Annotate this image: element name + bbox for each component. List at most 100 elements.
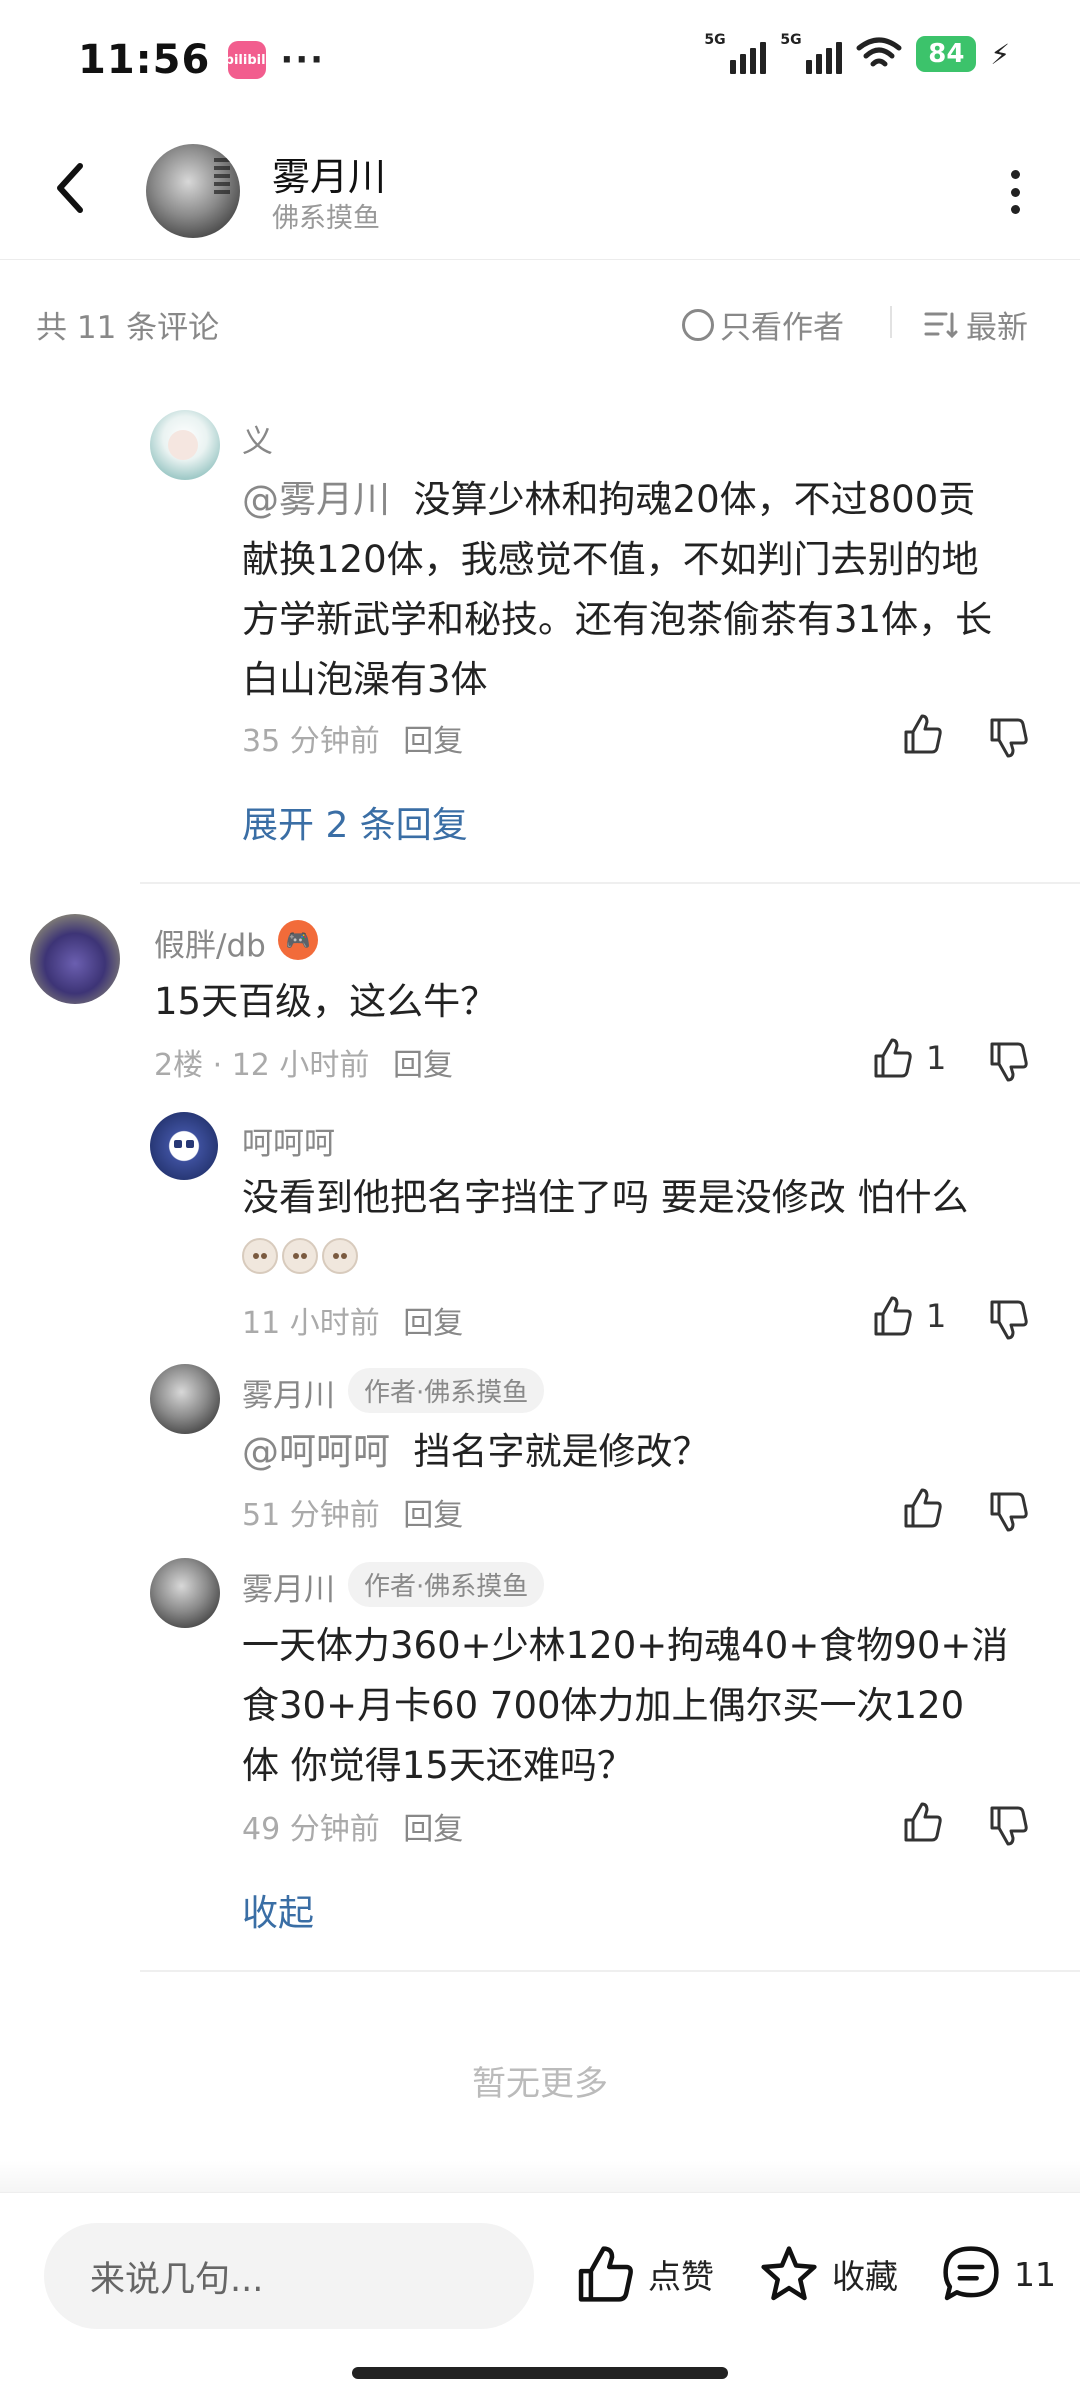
signal-icon: 5G [704,32,767,74]
divider [140,882,1080,884]
bilibili-app-icon: bilibili [225,41,270,79]
thumb-up-icon [904,1802,942,1842]
no-more-label: 暂无更多 [472,2064,608,2104]
comment-meta: 11 小时前 回复 [242,1298,463,1342]
comment-input[interactable]: 来说几句... [44,2223,534,2329]
thumb-down-icon [990,1806,1028,1846]
like-button[interactable]: 1 [870,1036,946,1080]
avatar[interactable] [150,1558,220,1628]
thumb-up-icon [874,1296,912,1336]
like-label: 点赞 [648,2257,714,2296]
comment-text: 没看到他把名字挡住了吗 要是没修改 怕什么 [242,1176,969,1219]
comment-text: 15天百级，这么牛？ [154,980,498,1023]
comment-line: 一天体力360+少林120+拘魂40+食物90+消 [242,1624,1009,1667]
mention-link[interactable]: @雾月川 [242,478,390,521]
comment-line: 白山泡澡有3体 [242,658,488,701]
thumb-up-icon [874,1038,912,1078]
comment-text: @呵呵呵 挡名字就是修改？ [242,1422,710,1482]
like-button[interactable]: 1 [870,1294,946,1338]
favorite-button[interactable]: 收藏 [758,2243,898,2305]
comment-count: 共 11 条评论 [36,310,220,346]
charging-icon: ⚡ [990,37,1010,71]
chevron-left-icon [57,163,83,213]
comments-button[interactable]: 11 [940,2243,1056,2305]
like-button[interactable] [900,1800,944,1844]
only-author-toggle[interactable]: 只看作者 [682,302,844,347]
expand-replies-link[interactable]: 展开 2 条回复 [242,796,468,848]
back-button[interactable] [50,160,100,220]
divider [890,306,892,338]
like-button[interactable] [900,712,944,756]
comment-line: 没算少林和拘魂20体，不过800贡 [413,478,976,521]
header: 雾月川 佛系摸鱼 [0,120,1080,260]
reply-button[interactable]: 回复 [403,724,463,759]
thumb-up-icon [904,714,942,754]
dislike-button[interactable] [986,1040,1030,1084]
comment-filter-bar: 共 11 条评论 只看作者 最新 [0,260,1080,384]
thumb-up-icon [578,2246,633,2302]
reply-button[interactable]: 回复 [393,1048,453,1083]
mention-link[interactable]: @呵呵呵 [242,1430,390,1473]
wifi-icon [856,37,902,67]
author-badge: 作者·佛系摸鱼 [348,1368,545,1413]
comment-floor-time: 2楼 · 12 小时前 [154,1048,370,1083]
game-controller-icon: 🎮 [278,920,318,960]
thumb-down-icon [990,1042,1028,1082]
status-bar: 11:56 bilibili ··· 5G 5G 84 ⚡ [0,0,1080,120]
like-button[interactable] [900,1486,944,1530]
thumb-down-icon [990,1300,1028,1340]
sort-label: 最新 [966,310,1028,346]
sort-button[interactable]: 最新 [924,302,1028,347]
comment-text: @雾月川 没算少林和拘魂20体，不过800贡 献换120体，我感觉不值，不如判门… [242,470,1042,710]
dislike-button[interactable] [986,716,1030,760]
comment-username[interactable]: 呵呵呵 [242,1118,335,1163]
favorite-label: 收藏 [832,2257,898,2296]
comment-time: 51 分钟前 [242,1498,380,1533]
sort-icon [924,312,958,338]
reply-button[interactable]: 回复 [403,1498,463,1533]
dislike-button[interactable] [986,1490,1030,1534]
network-type-label: 5G [780,32,802,48]
comment-bubble-icon [943,2246,999,2301]
comment-time: 49 分钟前 [242,1812,380,1847]
status-time: 11:56 [78,37,211,83]
author-avatar[interactable] [146,144,240,238]
collapse-replies-link[interactable]: 收起 [242,1884,314,1936]
more-notifications-icon: ··· [280,40,326,80]
like-post-button[interactable]: 点赞 [574,2243,714,2305]
thumb-down-icon [990,1492,1028,1532]
comment-meta: 2楼 · 12 小时前 回复 [154,1040,453,1084]
comment-username[interactable]: 义 [242,416,273,461]
cat-emoji-icon [322,1238,358,1274]
comment-line: 方学新武学和秘技。还有泡茶偷茶有31体，长 [242,598,993,641]
dislike-button[interactable] [986,1298,1030,1342]
comment-username[interactable]: 假胖/db [154,920,266,965]
comment-line: 挡名字就是修改？ [413,1430,710,1473]
reply-button[interactable]: 回复 [403,1306,463,1341]
dislike-button[interactable] [986,1804,1030,1848]
comment-count-label: 11 [1014,2254,1056,2294]
bottom-action-bar: 来说几句... 点赞 收藏 11 [0,2192,1080,2400]
avatar[interactable] [150,1112,218,1180]
comment-time: 35 分钟前 [242,724,380,759]
avatar[interactable] [150,410,220,480]
comment-username[interactable]: 雾月川 [242,1564,335,1609]
cat-emoji-icon [282,1238,318,1274]
comment-line: 体 你觉得15天还难吗？ [242,1744,634,1787]
comment-line: 食30+月卡60 700体力加上偶尔买一次120 [242,1684,965,1727]
divider [140,1970,1080,1972]
comment-username[interactable]: 雾月川 [242,1370,335,1415]
reply-button[interactable]: 回复 [403,1812,463,1847]
comment-meta: 51 分钟前 回复 [242,1490,463,1534]
author-name[interactable]: 雾月川 [272,146,386,201]
emoji-stickers [242,1238,358,1274]
only-author-label: 只看作者 [720,310,844,346]
more-options-button[interactable] [1000,170,1030,214]
signal-icon: 5G [780,32,843,74]
home-indicator[interactable] [352,2367,728,2379]
avatar[interactable] [30,914,120,1004]
avatar[interactable] [150,1364,220,1434]
comment-line: 献换120体，我感觉不值，不如判门去别的地 [242,538,979,581]
network-type-label: 5G [704,32,726,48]
comment-meta: 49 分钟前 回复 [242,1804,463,1848]
